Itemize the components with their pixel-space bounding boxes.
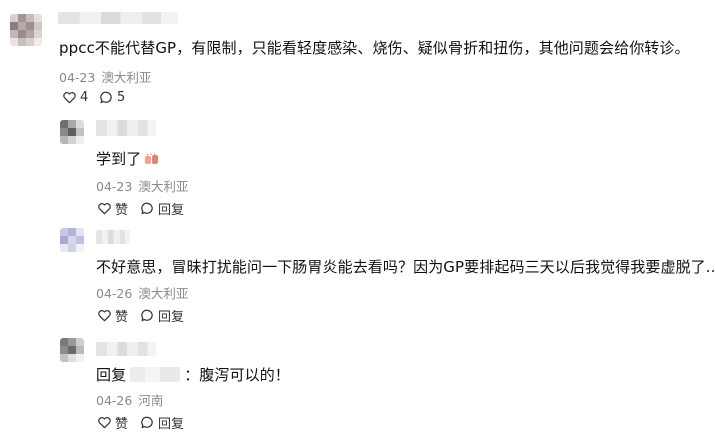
reply-text: 学到了 [96,148,160,169]
avatar[interactable] [10,14,42,46]
mention-redacted[interactable] [130,367,181,382]
comment-meta: 04-23 澳大利亚 [59,67,151,86]
like-label: 赞 [115,417,129,432]
reply-button[interactable]: 5 [99,90,125,105]
reply-label: 回复 [158,203,185,218]
heart-icon [98,310,111,322]
username-redacted[interactable] [96,230,130,244]
speech-bubble-icon [141,309,153,322]
like-label: 赞 [115,203,129,218]
reply-meta: 04-26 河南 [96,390,163,409]
heart-icon [98,417,111,429]
like-button[interactable]: 赞 [97,413,128,432]
speech-bubble-icon [100,91,112,104]
reply-meta: 04-23 澳大利亚 [96,176,188,195]
avatar[interactable] [60,338,84,362]
reply-button[interactable]: 回复 [140,306,184,325]
reply-prefix: 回复 [96,366,127,384]
reply-meta: 04-26 澳大利亚 [96,283,188,302]
like-button[interactable]: 4 [62,90,88,105]
reply-text-content: ：腹泻可以的！ [184,366,290,384]
reply-date: 04-26 [96,286,133,301]
avatar[interactable] [60,120,84,144]
reply-button[interactable]: 回复 [140,199,184,218]
heart-icon [63,92,76,104]
reply-date: 04-26 [96,393,133,408]
reply-date: 04-23 [96,179,133,194]
reply-button[interactable]: 回复 [140,413,184,432]
reply-text: 回复 ：腹泻可以的！ [96,364,290,385]
avatar[interactable] [60,228,84,252]
like-count: 4 [80,90,89,105]
reply-count: 5 [117,90,126,105]
like-button[interactable]: 赞 [97,306,128,325]
comment-date: 04-23 [59,70,96,85]
reply-location: 河南 [138,393,164,408]
speech-bubble-icon [141,416,153,429]
comment-text: ppcc不能代替GP，有限制，只能看轻度感染、烧伤、疑似骨折和扭伤，其他问题会给… [59,39,690,57]
username-redacted[interactable] [96,342,156,356]
clapping-hands-emoji [145,153,159,164]
reply-location: 澳大利亚 [138,179,189,194]
reply-text: 不好意思，冒昧打扰能问一下肠胃炎能去看吗？因为GP要排起码三天以后我觉得我要虚脱… [96,258,715,276]
reply-label: 回复 [158,310,185,325]
like-button[interactable]: 赞 [97,199,128,218]
reply-location: 澳大利亚 [138,286,189,301]
comment-location: 澳大利亚 [101,70,152,85]
username-redacted[interactable] [58,12,178,24]
like-label: 赞 [115,310,129,325]
reply-text-content: 学到了 [96,150,142,168]
speech-bubble-icon [141,202,153,215]
heart-icon [98,203,111,215]
reply-label: 回复 [158,417,185,432]
username-redacted[interactable] [96,120,156,136]
